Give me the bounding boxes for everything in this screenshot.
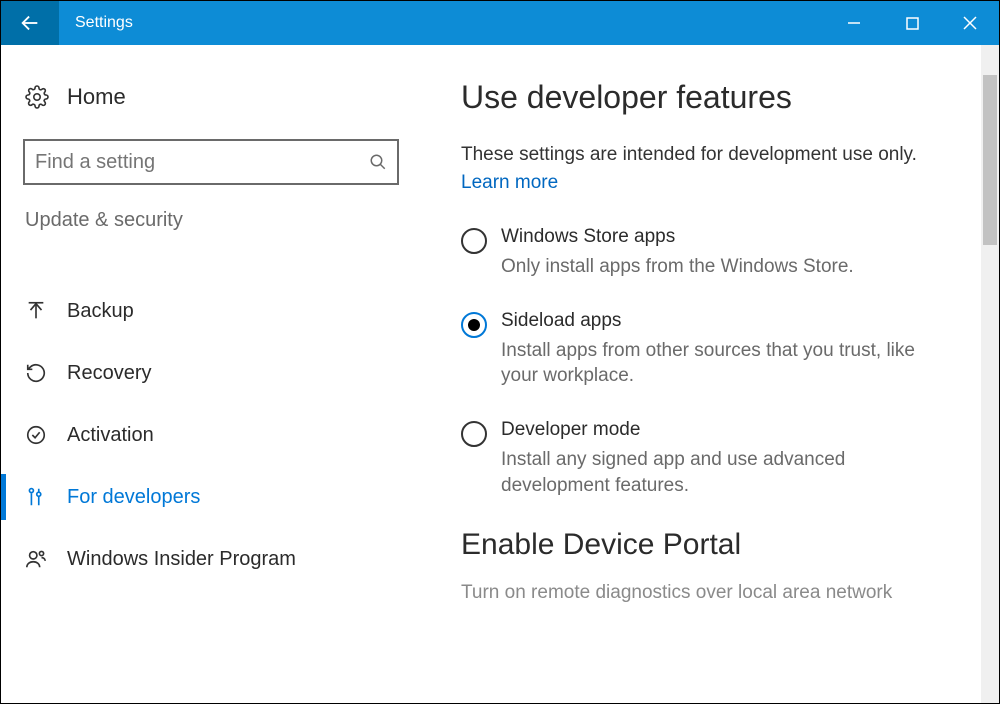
radio-description: Install apps from other sources that you… (501, 338, 941, 389)
radio-icon (461, 421, 487, 447)
backup-icon (25, 300, 47, 322)
sidebar-item-activation[interactable]: Activation (1, 404, 421, 466)
maximize-button[interactable] (883, 1, 941, 45)
radio-developer-mode[interactable]: Developer mode Install any signed app an… (461, 419, 959, 498)
window-title: Settings (59, 1, 149, 45)
recovery-icon (25, 362, 47, 384)
search-box[interactable] (23, 139, 399, 185)
home-label: Home (67, 84, 126, 110)
maximize-icon (906, 17, 919, 30)
back-button[interactable] (1, 1, 59, 45)
radio-icon (461, 312, 487, 338)
sidebar-item-for-developers[interactable]: For developers (1, 466, 421, 528)
sidebar-item-label: Backup (67, 300, 134, 323)
scroll-thumb[interactable] (983, 75, 997, 245)
sidebar-item-label: For developers (67, 486, 200, 509)
radio-label: Sideload apps (501, 310, 941, 332)
close-button[interactable] (941, 1, 999, 45)
vertical-scrollbar[interactable] (981, 45, 999, 703)
page-subtitle: These settings are intended for developm… (461, 144, 959, 166)
insider-icon (25, 548, 47, 570)
sidebar-item-windows-insider[interactable]: Windows Insider Program (1, 528, 421, 590)
minimize-icon (847, 16, 861, 30)
sidebar-section-label: Update & security (1, 209, 421, 232)
learn-more-link[interactable]: Learn more (461, 172, 558, 194)
close-icon (963, 16, 977, 30)
radio-label: Windows Store apps (501, 226, 854, 248)
main-content: Use developer features These settings ar… (421, 45, 999, 703)
radio-description: Install any signed app and use advanced … (501, 447, 941, 498)
radio-icon (461, 228, 487, 254)
radio-description: Only install apps from the Windows Store… (501, 254, 854, 280)
gear-icon (25, 85, 49, 109)
arrow-left-icon (19, 12, 41, 34)
radio-windows-store-apps[interactable]: Windows Store apps Only install apps fro… (461, 226, 959, 280)
title-bar: Settings (1, 1, 999, 45)
sidebar-item-recovery[interactable]: Recovery (1, 342, 421, 404)
minimize-button[interactable] (825, 1, 883, 45)
device-portal-description: Turn on remote diagnostics over local ar… (461, 580, 941, 606)
sidebar-item-label: Activation (67, 424, 154, 447)
radio-label: Developer mode (501, 419, 941, 441)
sidebar-item-label: Windows Insider Program (67, 548, 296, 571)
page-title: Use developer features (461, 79, 959, 116)
developers-icon (25, 486, 47, 508)
sidebar-item-backup[interactable]: Backup (1, 280, 421, 342)
radio-sideload-apps[interactable]: Sideload apps Install apps from other so… (461, 310, 959, 389)
sidebar: Home Update & security Backup Reco (1, 45, 421, 703)
home-button[interactable]: Home (1, 75, 421, 119)
sidebar-item-label: Recovery (67, 362, 151, 385)
section-heading-device-portal: Enable Device Portal (461, 528, 959, 562)
activation-icon (25, 424, 47, 446)
search-input[interactable] (35, 151, 369, 174)
search-icon (369, 153, 387, 171)
